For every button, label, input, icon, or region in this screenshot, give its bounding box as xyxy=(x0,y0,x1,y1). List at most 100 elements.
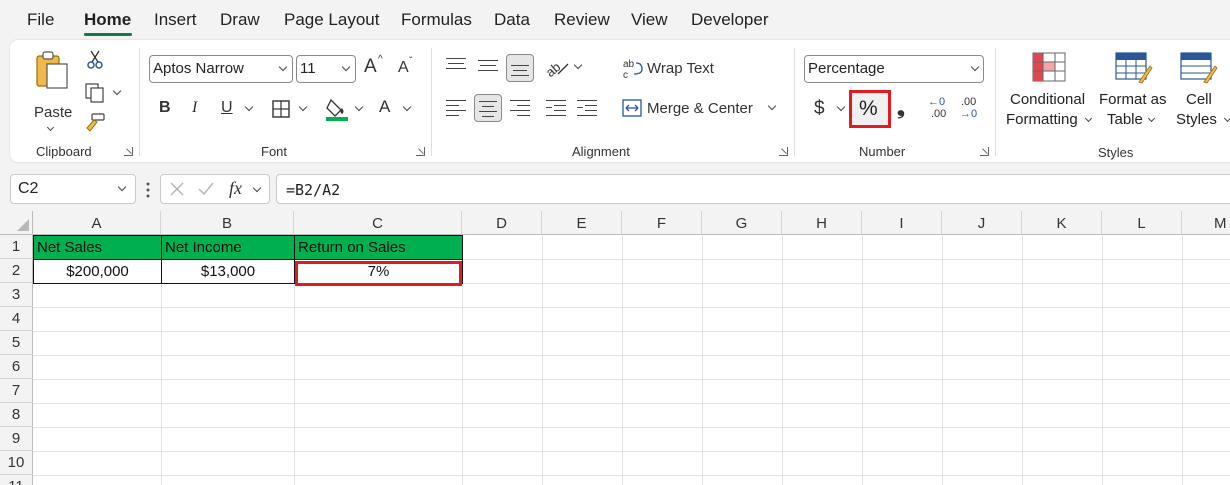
insert-function-button[interactable]: fx xyxy=(229,178,242,199)
group-label-clipboard: Clipboard xyxy=(36,144,92,159)
gridline xyxy=(542,235,543,485)
group-label-number: Number xyxy=(859,144,906,159)
tab-view[interactable]: View xyxy=(631,10,668,30)
gridline xyxy=(622,235,623,485)
format-painter-icon[interactable] xyxy=(84,112,106,132)
currency-button[interactable]: $ xyxy=(814,98,825,120)
number-format-select[interactable]: Percentage xyxy=(804,55,984,83)
wrap-text-button[interactable]: ab c Wrap Text xyxy=(622,58,792,82)
number-launcher-icon[interactable] xyxy=(980,147,989,156)
formula-input[interactable]: =B2/A2 xyxy=(276,174,1230,204)
cell-styles-button[interactable]: Cell Styles xyxy=(1174,52,1230,130)
tab-review[interactable]: Review xyxy=(554,10,610,30)
percent-style-button[interactable]: % xyxy=(849,90,891,128)
name-box-value: C2 xyxy=(18,180,39,197)
tab-formulas[interactable]: Formulas xyxy=(401,10,472,30)
gridline xyxy=(1182,235,1183,485)
cell-b2[interactable]: $13,000 xyxy=(161,260,295,284)
group-divider xyxy=(794,48,795,156)
column-header[interactable]: F xyxy=(622,211,702,235)
tab-file[interactable]: File xyxy=(27,10,54,30)
decrease-decimal-button[interactable]: .00 →0 xyxy=(958,96,986,122)
gridline xyxy=(1102,235,1103,485)
row-header[interactable]: 1 xyxy=(0,235,33,259)
tab-page-layout[interactable]: Page Layout xyxy=(284,10,379,30)
cell-b1[interactable]: Net Income xyxy=(161,235,295,260)
row-header[interactable]: 3 xyxy=(0,283,33,307)
cut-icon[interactable] xyxy=(86,50,104,70)
increase-decimal-button[interactable]: ←0 .00 xyxy=(926,96,954,122)
more-options-icon[interactable] xyxy=(145,181,151,199)
tab-insert[interactable]: Insert xyxy=(154,10,197,30)
cancel-icon[interactable] xyxy=(169,181,185,197)
caret-down-icon: ˇ xyxy=(409,56,413,67)
column-header[interactable]: L xyxy=(1102,211,1182,235)
column-header[interactable]: J xyxy=(942,211,1022,235)
row-header[interactable]: 8 xyxy=(0,403,33,427)
tab-data[interactable]: Data xyxy=(494,10,530,30)
column-header[interactable]: G xyxy=(702,211,782,235)
tab-home[interactable]: Home xyxy=(84,10,131,30)
decrease-indent-icon[interactable] xyxy=(546,100,566,117)
row-header[interactable]: 6 xyxy=(0,355,33,379)
font-launcher-icon[interactable] xyxy=(416,147,425,156)
merge-center-button[interactable]: Merge & Center xyxy=(622,98,792,122)
column-header[interactable]: A xyxy=(33,211,161,235)
tab-developer[interactable]: Developer xyxy=(691,10,769,30)
gridline xyxy=(33,379,1230,380)
font-name-select[interactable]: Aptos Narrow xyxy=(149,55,293,83)
increase-indent-icon[interactable] xyxy=(577,100,597,117)
row-header[interactable]: 4 xyxy=(0,307,33,331)
align-center-button[interactable] xyxy=(474,94,502,122)
column-header[interactable]: C xyxy=(294,211,462,235)
decrease-font-size-button[interactable]: A xyxy=(398,59,409,77)
chevron-down-icon xyxy=(112,86,122,96)
cell-a2[interactable]: $200,000 xyxy=(33,260,162,284)
column-header[interactable]: H xyxy=(782,211,862,235)
select-all-button[interactable] xyxy=(0,211,33,235)
row-header[interactable]: 11 xyxy=(0,475,33,485)
clipboard-launcher-icon[interactable] xyxy=(124,147,133,156)
underline-button[interactable]: U xyxy=(221,99,233,117)
row-header[interactable]: 2 xyxy=(0,259,33,283)
row-header[interactable]: 7 xyxy=(0,379,33,403)
fill-color-icon[interactable] xyxy=(325,96,349,122)
column-header[interactable]: D xyxy=(462,211,542,235)
chevron-down-icon xyxy=(1084,114,1093,123)
alignment-launcher-icon[interactable] xyxy=(779,147,788,156)
formula-controls: fx xyxy=(160,174,270,204)
bottom-align-button[interactable] xyxy=(506,54,534,82)
tab-draw[interactable]: Draw xyxy=(220,10,260,30)
bold-button[interactable]: B xyxy=(159,99,171,117)
paste-button[interactable]: Paste xyxy=(34,50,74,132)
cell-styles-label-1: Cell xyxy=(1186,91,1212,108)
comma-style-button[interactable]: ❟ xyxy=(897,97,905,120)
increase-font-size-button[interactable]: A xyxy=(364,56,377,78)
group-divider xyxy=(431,48,432,156)
format-as-table-button[interactable]: Format as Table xyxy=(1099,52,1175,130)
column-header[interactable]: M xyxy=(1182,211,1230,235)
column-header[interactable]: B xyxy=(161,211,294,235)
italic-button[interactable]: I xyxy=(192,99,197,117)
row-header[interactable]: 5 xyxy=(0,331,33,355)
row-header[interactable]: 10 xyxy=(0,451,33,475)
column-header[interactable]: I xyxy=(862,211,942,235)
borders-icon[interactable] xyxy=(271,99,291,119)
orientation-icon[interactable]: ab xyxy=(544,56,570,78)
chevron-down-icon xyxy=(767,101,777,111)
cell-a1[interactable]: Net Sales xyxy=(33,235,162,260)
cell-styles-label-2: Styles xyxy=(1176,111,1217,128)
align-left-icon[interactable] xyxy=(446,100,466,117)
row-header[interactable]: 9 xyxy=(0,427,33,451)
copy-icon[interactable] xyxy=(84,82,106,104)
middle-align-icon[interactable] xyxy=(478,58,498,74)
cell-c1[interactable]: Return on Sales xyxy=(294,235,463,260)
enter-icon[interactable] xyxy=(197,181,215,197)
top-align-icon[interactable] xyxy=(446,58,466,74)
column-header[interactable]: E xyxy=(542,211,622,235)
align-right-icon[interactable] xyxy=(510,100,530,117)
conditional-formatting-button[interactable]: Conditional Formatting xyxy=(1006,52,1093,130)
name-box[interactable]: C2 xyxy=(10,174,136,204)
font-color-button[interactable]: A xyxy=(379,97,390,117)
column-header[interactable]: K xyxy=(1022,211,1102,235)
